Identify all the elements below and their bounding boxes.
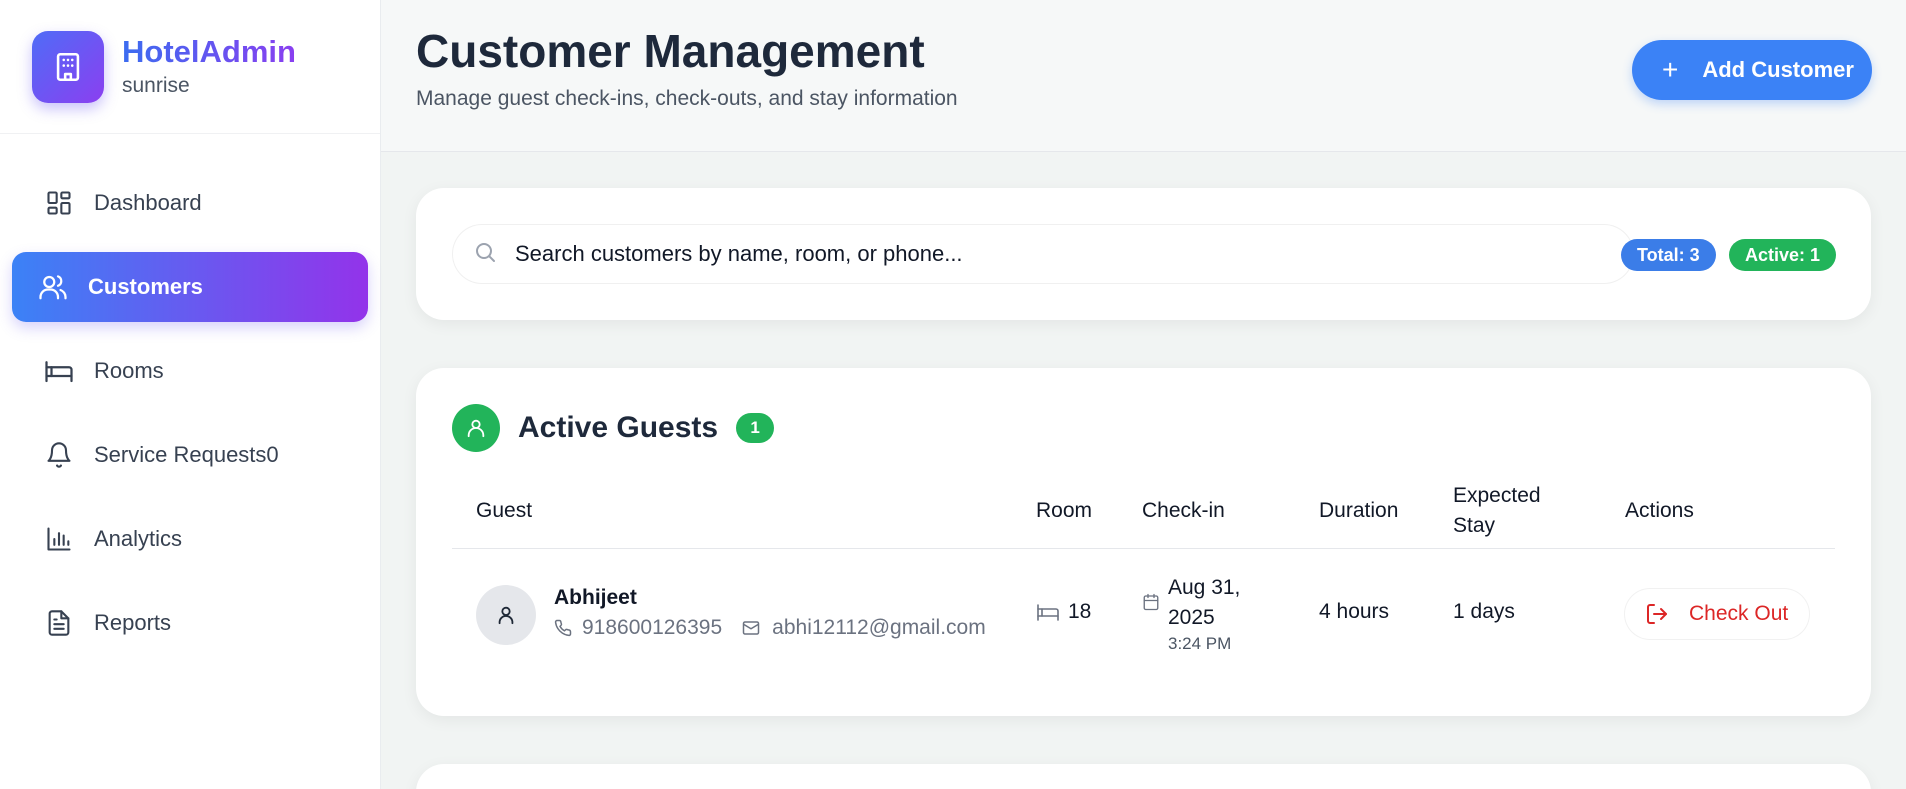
guest-name: Abhijeet <box>554 586 637 609</box>
guest-phone: 918600126395 <box>582 616 723 639</box>
sidebar-item-label: Dashboard <box>94 190 202 215</box>
check-out-label: Check Out <box>1689 602 1789 625</box>
logout-icon <box>1645 602 1669 626</box>
expected-stay-cell: 1 days <box>1453 600 1515 623</box>
sidebar-item-rooms[interactable]: Rooms <box>12 336 368 406</box>
checkin-time: 3:24 PM <box>1168 634 1232 653</box>
active-guests-title: Active Guests <box>518 411 719 444</box>
user-icon <box>452 404 500 452</box>
avatar <box>476 585 536 645</box>
column-header-actions: Actions <box>1625 499 1694 522</box>
bed-icon <box>44 356 74 386</box>
active-guests-header: Active Guests 1 <box>452 404 775 452</box>
column-header-checkin: Check-in <box>1142 499 1225 522</box>
brand-name: HotelAdmin <box>122 34 296 70</box>
sidebar-item-label: Reports <box>94 610 172 635</box>
sidebar-item-customers[interactable]: Customers <box>12 252 368 322</box>
calendar-icon <box>1142 593 1160 655</box>
add-customer-label: Add Customer <box>1702 57 1854 82</box>
sidebar-item-label: Customers <box>88 274 203 299</box>
sidebar: HotelAdmin sunrise Dashboard Customers R… <box>0 0 381 789</box>
page-subtitle: Manage guest check-ins, check-outs, and … <box>416 87 958 110</box>
guest-contact: 918600126395 abhi12112@gmail.com <box>554 616 986 640</box>
sidebar-item-label: Rooms <box>94 358 164 383</box>
sidebar-item-label: Service Requests0 <box>94 442 279 467</box>
checkin-date-line2: 2025 <box>1168 606 1215 629</box>
column-header-expected-stay: Expected Stay <box>1453 481 1541 541</box>
mail-icon <box>742 619 760 637</box>
next-section-card <box>416 764 1871 789</box>
search-icon <box>473 240 497 269</box>
sidebar-item-service-requests[interactable]: Service Requests0 <box>12 420 368 490</box>
bed-icon <box>1036 600 1060 624</box>
sidebar-item-dashboard[interactable]: Dashboard <box>12 168 368 238</box>
column-header-room: Room <box>1036 499 1093 522</box>
bar-chart-icon <box>44 524 74 554</box>
users-icon <box>38 272 68 302</box>
check-out-button[interactable]: Check Out <box>1625 589 1809 639</box>
search-input[interactable] <box>515 241 1615 267</box>
brand-subtitle: sunrise <box>122 73 190 97</box>
sidebar-item-analytics[interactable]: Analytics <box>12 504 368 574</box>
page-title: Customer Management <box>416 25 925 77</box>
sidebar-item-reports[interactable]: Reports <box>12 588 368 658</box>
column-header-guest: Guest <box>476 499 533 522</box>
page-header: Customer Management Manage guest check-i… <box>381 0 1906 152</box>
add-customer-button[interactable]: + Add Customer <box>1632 40 1872 100</box>
table-divider <box>452 548 1835 549</box>
document-icon <box>44 608 74 638</box>
active-guests-count-badge: 1 <box>736 413 775 443</box>
checkin-date-line1: Aug 31, <box>1168 576 1241 599</box>
search-card: Total: 3 Active: 1 <box>416 188 1871 320</box>
plus-icon: + <box>1662 54 1679 85</box>
dashboard-grid-icon <box>44 188 74 218</box>
active-count-badge: Active: 1 <box>1729 239 1837 271</box>
total-count-badge: Total: 3 <box>1621 239 1716 271</box>
room-number: 18 <box>1068 600 1092 623</box>
active-guests-card: Active Guests 1 Guest Room Check-in Dura… <box>416 368 1871 716</box>
guest-email: abhi12112@gmail.com <box>772 616 986 639</box>
room-cell: 18 <box>1036 600 1091 624</box>
column-header-duration: Duration <box>1319 499 1399 522</box>
checkin-cell: Aug 31, 2025 3:24 PM <box>1142 573 1240 655</box>
sidebar-nav: Dashboard Customers Rooms Service Reques… <box>0 134 380 658</box>
phone-icon <box>554 619 572 637</box>
hotel-building-icon[interactable] <box>32 30 104 103</box>
column-header-expected-stay-line2: Stay <box>1453 514 1496 537</box>
column-header-expected-stay-line1: Expected <box>1453 484 1541 507</box>
bell-icon <box>44 440 74 470</box>
search-box[interactable] <box>453 225 1633 283</box>
sidebar-item-label: Analytics <box>94 526 183 551</box>
duration-cell: 4 hours <box>1319 600 1390 623</box>
brand-header: HotelAdmin sunrise <box>0 0 380 134</box>
